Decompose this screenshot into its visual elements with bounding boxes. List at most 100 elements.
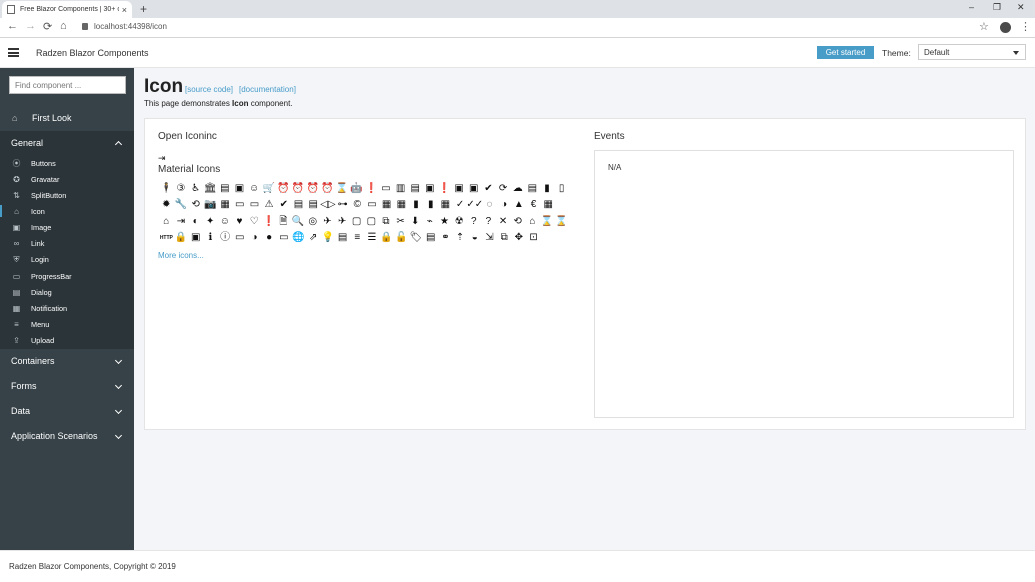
address-bar: ← → ⟳ ⌂ localhost:44398/icon ☆ ⋮	[0, 18, 1035, 38]
material-icon: ⟳	[498, 183, 508, 195]
events-console: N/A	[594, 150, 1014, 418]
sidebar-item-notification[interactable]: ▦ Notification	[0, 300, 134, 316]
material-icon: HTTP	[159, 234, 173, 241]
sidebar-item-icon[interactable]: ⌂ Icon	[0, 203, 134, 219]
material-icon: ⟲	[513, 215, 522, 227]
sidebar-item-progressbar[interactable]: ▭ ProgressBar	[0, 268, 134, 284]
splitbutton-icon: ⇅	[13, 190, 20, 200]
get-started-button[interactable]: Get started	[817, 46, 874, 59]
material-icon: ⚭	[441, 232, 450, 244]
home-icon[interactable]: ⌂	[60, 20, 67, 32]
material-icon: ▤	[425, 232, 436, 244]
material-icon: ▯	[558, 183, 565, 195]
theme-dropdown[interactable]: Default	[918, 44, 1026, 60]
account-login-icon: ⇥	[158, 153, 166, 163]
sidebar-item-label: Icon	[31, 206, 45, 216]
material-icon: ▭	[279, 232, 289, 244]
material-icon: ✕	[498, 215, 508, 227]
sidebar-section-label: General	[11, 138, 44, 148]
material-icon: ♥	[236, 215, 243, 227]
events-text: N/A	[608, 163, 622, 172]
material-icon: 🔧	[174, 199, 188, 211]
close-window-icon[interactable]: ✕	[1017, 2, 1025, 13]
sidebar-item-gravatar[interactable]: ✪ Gravatar	[0, 171, 134, 187]
material-icon: ▢	[366, 215, 377, 227]
close-tab-icon[interactable]: ×	[122, 5, 127, 15]
sidebar-item-buttons[interactable]: ⦿ Buttons	[0, 155, 134, 171]
app-header: Radzen Blazor Components Get started The…	[0, 38, 1035, 68]
sidebar-item-dialog[interactable]: ▤ Dialog	[0, 284, 134, 300]
more-icons-link[interactable]: More icons...	[158, 251, 204, 260]
material-icon: 💡	[321, 232, 335, 244]
material-icon: ⌛	[540, 215, 554, 227]
profile-avatar-icon[interactable]	[1000, 22, 1011, 33]
material-icon: ▭	[235, 232, 245, 244]
material-icon: ?	[485, 215, 492, 227]
material-icon: ♡	[249, 215, 259, 227]
sidebar-section-application-scenarios[interactable]: Application Scenarios	[0, 424, 134, 448]
sidebar: ⌂ First Look General ⦿ Buttons ✪ Gravatar …	[0, 68, 134, 550]
sidebar-item-upload[interactable]: ⇪ Upload	[0, 333, 134, 349]
material-icon: €	[530, 199, 537, 211]
minimize-icon[interactable]: –	[969, 2, 974, 12]
sidebar-item-image[interactable]: ▣ Image	[0, 220, 134, 236]
browser-tab[interactable]: Free Blazor Components | 30+ c... ×	[2, 1, 132, 18]
source-code-link[interactable]: [source code]	[185, 85, 233, 94]
material-icon: ✓✓	[466, 199, 484, 211]
icon-row: ✹ 🔧 ⟲ 📷 ▦ ▭ ▭ ⚠ ✔ ▤ ▤ ◁▷ ⊶ © ▭ ▦ ▦ ▮ ▮ ▦ ✓ ✓✓ ◌ ◑ ▲ € ▦	[159, 197, 569, 213]
back-icon[interactable]: ←	[7, 20, 18, 32]
material-icon: ▭	[367, 199, 377, 211]
material-icon: ▤	[308, 199, 318, 211]
sidebar-item-splitbutton[interactable]: ⇅ SplitButton	[0, 187, 134, 203]
url-field[interactable]: localhost:44398/icon	[94, 22, 167, 31]
upload-icon: ⇪	[13, 336, 20, 346]
material-icon: ▣	[454, 183, 464, 195]
restore-icon[interactable]: ❐	[993, 2, 1001, 13]
material-icon: ✹	[162, 199, 171, 211]
material-icon: ⓘ	[220, 232, 231, 244]
browser-menu-icon[interactable]: ⋮	[1020, 20, 1031, 33]
material-icon: ▤	[220, 183, 230, 195]
sidebar-section-forms[interactable]: Forms	[0, 374, 134, 398]
bookmark-star-icon[interactable]: ☆	[979, 20, 989, 33]
search-input[interactable]	[9, 76, 126, 94]
material-icon: ★	[440, 215, 449, 227]
material-icon: 📷	[204, 199, 217, 211]
sidebar-item-label: Image	[31, 223, 52, 233]
sidebar-item-login[interactable]: ⛨ Login	[0, 252, 134, 268]
material-icon: 🔍	[291, 215, 305, 227]
reload-icon[interactable]: ⟳	[43, 20, 52, 33]
sidebar-item-label: ProgressBar	[31, 271, 72, 281]
material-icon: ▦	[381, 199, 392, 211]
sidebar-item-first-look[interactable]: ⌂ First Look	[0, 108, 134, 128]
material-icon: ☺	[249, 183, 260, 195]
sidebar-item-label: First Look	[32, 113, 72, 123]
new-tab-button[interactable]: +	[140, 1, 147, 17]
link-icon: ∞	[13, 239, 20, 249]
hamburger-menu-icon[interactable]	[8, 48, 19, 57]
material-icon: ☢	[454, 215, 464, 227]
sidebar-section-containers[interactable]: Containers	[0, 349, 134, 373]
sidebar-item-link[interactable]: ∞ Link	[0, 236, 134, 252]
dialog-icon: ▤	[12, 287, 21, 297]
material-icon: ▤	[410, 183, 420, 195]
material-icon: ▥	[395, 183, 406, 195]
chevron-down-icon	[114, 356, 123, 365]
footer: Radzen Blazor Components, Copyright © 20…	[0, 550, 1035, 582]
material-icon: ▭	[249, 199, 260, 211]
documentation-link[interactable]: [documentation]	[239, 85, 296, 94]
material-icon: ≡	[354, 232, 361, 244]
material-icon: ▮	[427, 199, 434, 211]
material-icon: ⟲	[191, 199, 200, 211]
sidebar-section-general[interactable]: General	[0, 131, 134, 155]
forward-icon[interactable]: →	[25, 20, 36, 32]
material-icon: ▮	[413, 199, 419, 211]
material-icon: ⌂	[163, 215, 170, 227]
bank-icon: ⌂	[14, 206, 19, 216]
material-icon: ⧉	[500, 232, 508, 244]
lock-icon[interactable]	[82, 23, 88, 30]
material-icon: 🌐	[292, 232, 305, 244]
sidebar-item-menu[interactable]: ≡ Menu	[0, 316, 134, 332]
material-icon: ▦	[543, 199, 553, 211]
sidebar-section-data[interactable]: Data	[0, 399, 134, 423]
